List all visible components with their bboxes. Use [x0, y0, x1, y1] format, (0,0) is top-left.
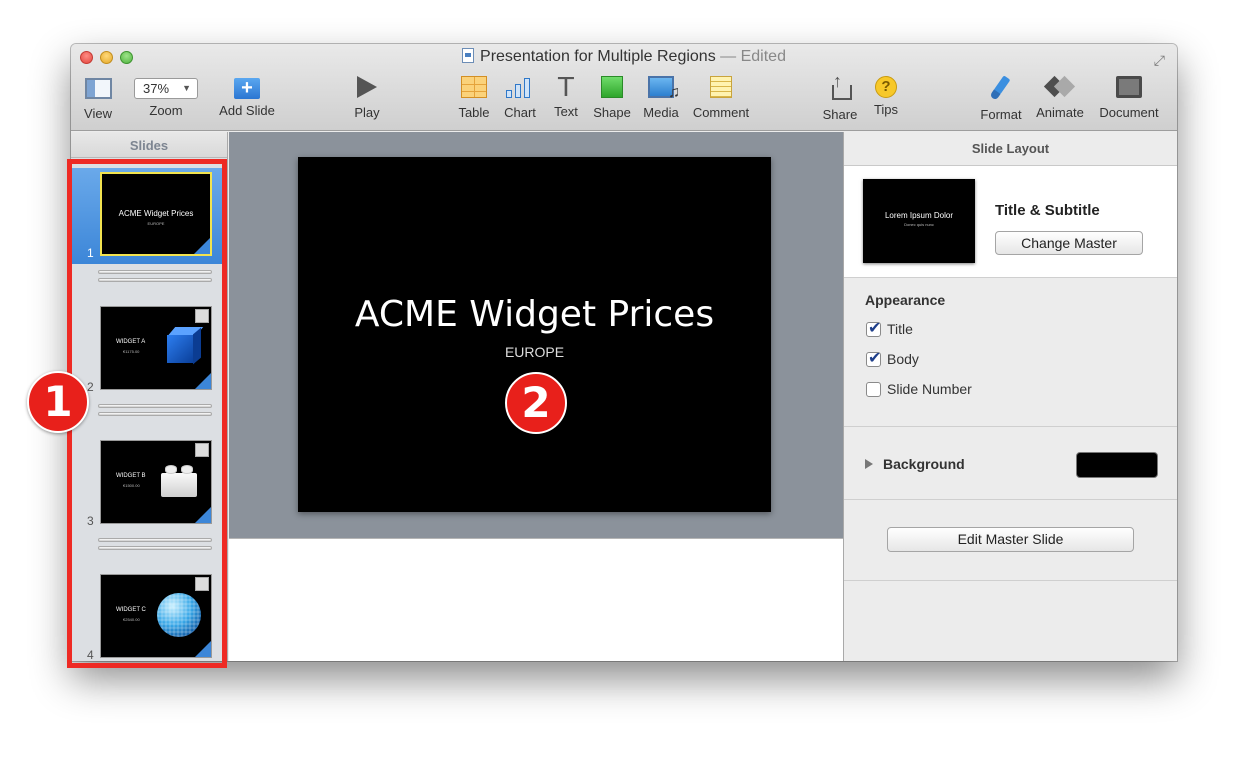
window-title-text: Presentation for Multiple Regions	[480, 48, 716, 65]
table-icon	[461, 76, 487, 98]
view-button[interactable]: View	[83, 76, 113, 121]
add-slide-button[interactable]: + Add Slide	[217, 76, 277, 118]
shape-label: Shape	[593, 105, 631, 120]
zoom-value: 37%	[143, 81, 170, 96]
add-slide-label: Add Slide	[219, 103, 275, 118]
slide-canvas[interactable]: ACME Widget Prices EUROPE	[229, 132, 843, 538]
keynote-document-icon	[462, 48, 475, 63]
appearance-section: Appearance Title Body Slide Number	[844, 279, 1177, 427]
chart-icon	[506, 76, 534, 98]
document-label: Document	[1099, 105, 1159, 120]
shape-button[interactable]: Shape	[592, 76, 632, 120]
tips-icon: ?	[875, 76, 897, 98]
document-button[interactable]: Document	[1096, 76, 1162, 120]
background-label[interactable]: Background	[883, 456, 965, 472]
title-checkbox-label: Title	[887, 321, 913, 337]
play-icon	[357, 76, 377, 98]
title-checkbox-row[interactable]: Title	[866, 318, 913, 338]
body-checkbox-row[interactable]: Body	[866, 348, 919, 368]
master-thumb-title: Lorem Ipsum Dolor	[884, 211, 954, 220]
chevron-down-icon: ▼	[182, 83, 191, 93]
paintbrush-icon	[988, 76, 1014, 100]
document-icon	[1116, 76, 1142, 98]
callout-badge-2: 2	[505, 372, 567, 434]
window-title: Presentation for Multiple Regions — Edit…	[71, 48, 1177, 66]
presenter-notes-area[interactable]	[229, 538, 843, 661]
table-label: Table	[458, 105, 490, 120]
animate-label: Animate	[1036, 105, 1084, 120]
navigator-header: Slides	[71, 132, 227, 158]
view-label: View	[84, 106, 112, 121]
share-icon	[830, 71, 852, 100]
table-button[interactable]: Table	[456, 76, 492, 120]
animate-button[interactable]: Animate	[1031, 76, 1089, 120]
edit-master-slide-button[interactable]: Edit Master Slide	[887, 527, 1134, 552]
add-slide-icon: +	[234, 78, 260, 99]
body-checkbox-label: Body	[887, 351, 919, 367]
slide-number-checkbox-row[interactable]: Slide Number	[866, 381, 972, 397]
change-master-button[interactable]: Change Master	[995, 231, 1143, 255]
share-label: Share	[822, 107, 858, 122]
background-section: Background	[844, 428, 1177, 500]
text-label: Text	[554, 104, 578, 119]
tips-button[interactable]: ? Tips	[870, 76, 902, 117]
inspector-divider	[844, 580, 1177, 581]
disclosure-triangle-icon[interactable]	[865, 459, 873, 469]
slide-title[interactable]: ACME Widget Prices	[298, 294, 771, 335]
slide-subtitle[interactable]: EUROPE	[298, 344, 771, 360]
slide-number-checkbox-label: Slide Number	[887, 381, 972, 397]
share-button[interactable]: Share	[822, 71, 858, 122]
zoom-control[interactable]: 37% ▼ Zoom	[133, 76, 199, 118]
inspector-header: Slide Layout	[844, 132, 1177, 166]
highlight-box	[67, 159, 227, 668]
play-label: Play	[354, 105, 380, 120]
appearance-title: Appearance	[865, 292, 946, 308]
master-thumbnail[interactable]: Lorem Ipsum Dolor Donec quis nunc	[863, 179, 975, 263]
text-icon: T	[558, 73, 574, 103]
inspector-panel: Slide Layout Lorem Ipsum Dolor Donec qui…	[843, 132, 1177, 661]
comment-button[interactable]: Comment	[689, 76, 753, 120]
animate-icon	[1043, 76, 1077, 98]
callout-badge-1: 1	[27, 371, 89, 433]
format-button[interactable]: Format	[977, 76, 1025, 122]
toolbar: Presentation for Multiple Regions — Edit…	[71, 44, 1177, 131]
comment-icon	[710, 76, 732, 98]
media-icon	[648, 76, 680, 102]
play-button[interactable]: Play	[351, 76, 383, 120]
current-slide[interactable]: ACME Widget Prices EUROPE	[298, 157, 771, 512]
background-color-well[interactable]	[1076, 452, 1158, 478]
master-thumb-subtitle: Donec quis nunc	[904, 222, 934, 227]
comment-label: Comment	[692, 105, 750, 120]
title-checkbox[interactable]	[866, 318, 881, 338]
format-label: Format	[980, 107, 1022, 122]
fullscreen-icon[interactable]: ⤢	[1154, 52, 1165, 69]
shape-icon	[601, 76, 623, 98]
text-button[interactable]: T Text	[550, 73, 582, 119]
media-label: Media	[643, 105, 679, 120]
slide-number-checkbox[interactable]	[866, 382, 881, 397]
view-icon	[84, 78, 112, 99]
media-button[interactable]: Media	[641, 76, 681, 120]
tips-label: Tips	[873, 102, 899, 117]
chart-button[interactable]: Chart	[503, 76, 537, 120]
layout-name: Title & Subtitle	[995, 202, 1100, 219]
keynote-window: Presentation for Multiple Regions — Edit…	[71, 44, 1177, 661]
slide-layout-section: Lorem Ipsum Dolor Donec quis nunc Title …	[844, 166, 1177, 278]
zoom-label: Zoom	[149, 103, 183, 118]
zoom-select[interactable]: 37% ▼	[134, 78, 198, 99]
body-checkbox[interactable]	[866, 348, 881, 368]
chart-label: Chart	[504, 105, 536, 120]
edited-indicator: — Edited	[720, 48, 786, 65]
